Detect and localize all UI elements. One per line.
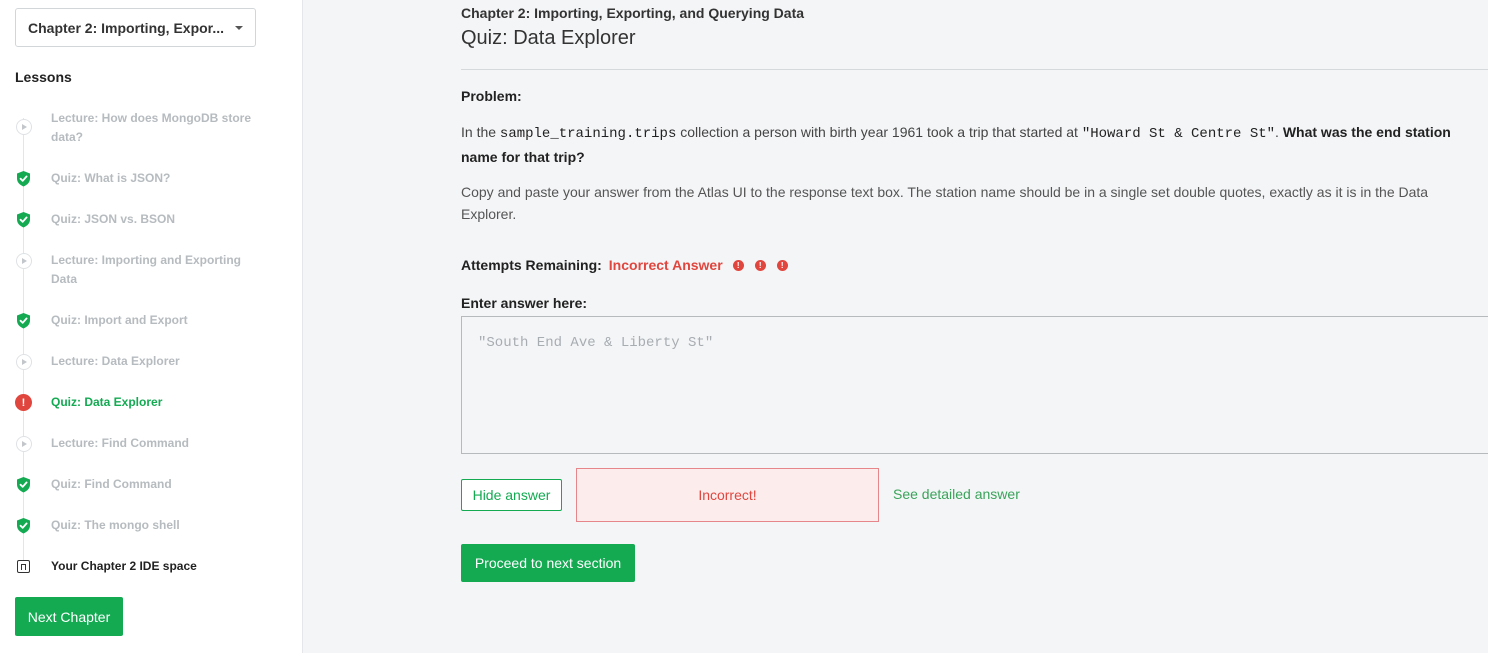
error-icon: ! <box>15 394 32 411</box>
proceed-next-section-button[interactable]: Proceed to next section <box>461 544 635 582</box>
error-icon: ! <box>732 259 744 271</box>
page-title: Quiz: Data Explorer <box>461 27 636 49</box>
lesson-label: Quiz: JSON vs. BSON <box>51 212 176 226</box>
lesson-label: Quiz: Import and Export <box>51 313 188 327</box>
video-icon <box>15 252 32 269</box>
attempts-row: Attempts Remaining: Incorrect Answer ! !… <box>461 257 799 273</box>
question-text-part: . <box>1275 124 1283 140</box>
bookmark-icon <box>15 558 32 575</box>
question-text-part: In the <box>461 124 500 140</box>
divider <box>461 69 1488 70</box>
chapter-select-label: Chapter 2: Importing, Expor... <box>28 19 225 36</box>
instructions-text: Copy and paste your answer from the Atla… <box>461 184 1429 222</box>
shield-check-icon <box>15 517 32 534</box>
lesson-label: Lecture: How does MongoDB store data? <box>51 111 252 144</box>
answer-label: Enter answer here: <box>461 295 588 311</box>
shield-check-icon <box>15 476 32 493</box>
see-detailed-answer-link[interactable]: See detailed answer <box>893 486 1020 502</box>
video-icon <box>15 353 32 370</box>
question-text: In the sample_training.trips collection … <box>461 121 1481 169</box>
caret-down-icon <box>235 25 243 30</box>
lesson-label: Quiz: Data Explorer <box>51 395 163 409</box>
video-icon <box>15 118 32 135</box>
answer-input[interactable]: "South End Ave & Liberty St" <box>461 316 1488 454</box>
lesson-label: Your Chapter 2 IDE space <box>51 559 197 573</box>
lesson-label: Lecture: Data Explorer <box>51 354 180 368</box>
video-icon <box>15 435 32 452</box>
question-text-part: collection a person with birth year 1961… <box>676 124 1082 140</box>
problem-label: Problem: <box>461 88 522 104</box>
lesson-label: Quiz: Find Command <box>51 477 172 491</box>
sidebar: Chapter 2: Importing, Expor... Lessons L… <box>0 0 303 653</box>
shield-check-icon <box>15 312 32 329</box>
error-icon: ! <box>776 259 788 271</box>
collection-code: sample_training.trips <box>499 126 677 142</box>
hide-answer-button[interactable]: Hide answer <box>461 479 562 511</box>
lessons-heading: Lessons <box>15 69 72 85</box>
main-content: Chapter 2: Importing, Exporting, and Que… <box>304 0 1488 653</box>
lesson-label: Lecture: Importing and Exporting Data <box>51 253 242 286</box>
chapter-title: Chapter 2: Importing, Exporting, and Que… <box>461 5 805 21</box>
lesson-label: Quiz: What is JSON? <box>51 171 171 185</box>
result-incorrect-box: Incorrect! <box>576 468 879 522</box>
attempts-status: Incorrect Answer <box>608 257 723 273</box>
error-icon: ! <box>754 259 766 271</box>
attempts-label: Attempts Remaining: <box>461 257 602 273</box>
lesson-label: Lecture: Find Command <box>51 436 190 450</box>
shield-check-icon <box>15 211 32 228</box>
chapter-select[interactable]: Chapter 2: Importing, Expor... <box>15 8 256 47</box>
start-station-code: "Howard St & Centre St" <box>1081 126 1276 142</box>
next-chapter-button[interactable]: Next Chapter <box>15 597 123 636</box>
shield-check-icon <box>15 170 32 187</box>
lesson-label: Quiz: The mongo shell <box>51 518 180 532</box>
